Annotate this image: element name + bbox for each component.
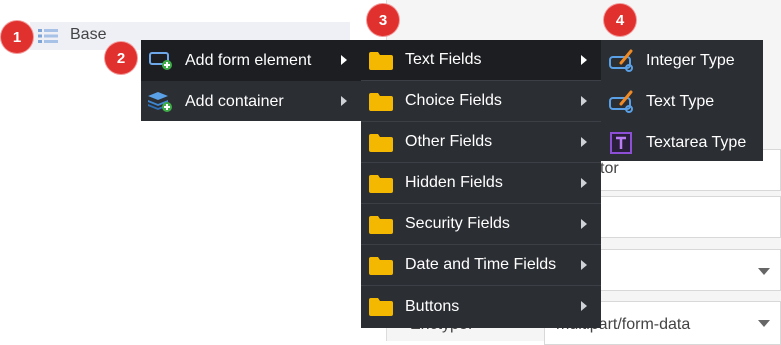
form-element-add-icon <box>149 52 172 70</box>
menu-item-security-fields[interactable]: Security Fields <box>361 204 601 245</box>
menu-item-hidden-fields[interactable]: Hidden Fields <box>361 163 601 204</box>
menu-item-label: Choice Fields <box>405 92 502 109</box>
container-add-icon <box>148 92 172 112</box>
tree-root-label: Base <box>70 26 107 43</box>
menu-item-add-container[interactable]: Add container <box>141 81 361 122</box>
menu-item-label: Buttons <box>405 297 460 315</box>
context-menu-text-types: Integer Type Text Type Textarea Type <box>601 40 763 161</box>
menu-item-label: Text Fields <box>405 51 482 68</box>
folder-icon <box>369 257 393 275</box>
menu-item-label: Text Type <box>646 92 715 110</box>
menu-item-add-form-element[interactable]: Add form element <box>141 40 361 81</box>
menu-item-choice-fields[interactable]: Choice Fields <box>361 81 601 122</box>
menu-item-date-time-fields[interactable]: Date and Time Fields <box>361 245 601 286</box>
folder-icon <box>369 216 393 234</box>
menu-item-label: Date and Time Fields <box>405 256 557 273</box>
caret-down-icon[interactable] <box>758 320 770 327</box>
submenu-arrow-icon <box>581 301 587 311</box>
menu-item-text-fields[interactable]: Text Fields <box>361 40 601 81</box>
menu-item-buttons[interactable]: Buttons <box>361 286 601 327</box>
caret-down-icon[interactable] <box>758 268 770 275</box>
menu-item-integer-type[interactable]: Integer Type <box>601 40 763 81</box>
menu-item-label: Add form element <box>185 51 312 69</box>
input-type-icon <box>609 90 633 113</box>
folder-icon <box>369 93 393 111</box>
menu-item-other-fields[interactable]: Other Fields <box>361 122 601 163</box>
submenu-arrow-icon <box>341 96 347 106</box>
submenu-arrow-icon <box>581 219 587 229</box>
input-type-icon <box>609 49 633 72</box>
submenu-arrow-icon <box>341 55 347 65</box>
step-badge: 1 <box>1 21 33 53</box>
folder-icon <box>369 298 393 316</box>
menu-item-textarea-type[interactable]: Textarea Type <box>601 122 763 163</box>
step-badge: 2 <box>105 42 137 74</box>
menu-item-label: Textarea Type <box>646 133 747 151</box>
menu-item-label: Other Fields <box>405 133 493 150</box>
submenu-arrow-icon <box>581 137 587 147</box>
submenu-arrow-icon <box>581 96 587 106</box>
menu-item-text-type[interactable]: Text Type <box>601 81 763 122</box>
folder-icon <box>369 134 393 152</box>
menu-item-label: Integer Type <box>646 51 735 69</box>
textarea-type-icon <box>610 132 632 154</box>
form-tree-icon <box>38 29 58 43</box>
submenu-arrow-icon <box>581 178 587 188</box>
context-menu-add: Add form element Add container <box>141 40 361 121</box>
menu-item-label: Hidden Fields <box>405 174 503 191</box>
step-badge: 3 <box>367 4 399 36</box>
folder-icon <box>369 175 393 193</box>
context-menu-field-categories: Text Fields Choice Fields Other Fields H… <box>361 40 601 328</box>
menu-item-label: Security Fields <box>405 215 510 232</box>
step-badge: 4 <box>604 4 636 36</box>
submenu-arrow-icon <box>581 260 587 270</box>
folder-icon <box>369 52 393 70</box>
submenu-arrow-icon <box>581 55 587 65</box>
menu-item-label: Add container <box>185 92 284 110</box>
